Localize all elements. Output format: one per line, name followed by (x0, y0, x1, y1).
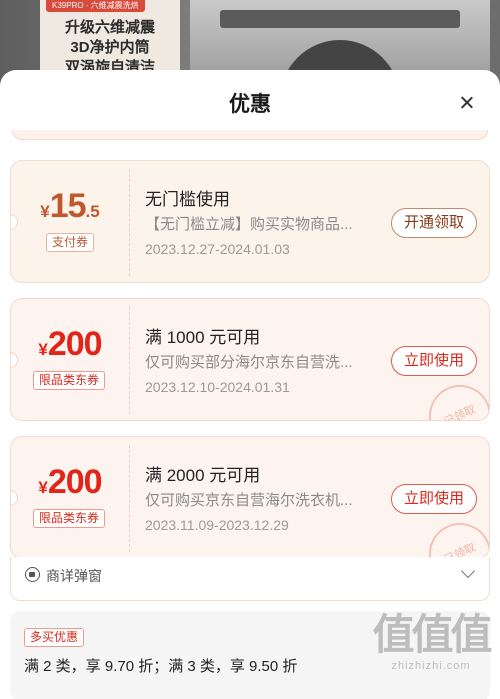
watermark-url: zhizhizhi.com (391, 660, 471, 672)
coupon-desc: 仅可购买部分海尔京东自营洗... (145, 354, 353, 371)
currency-symbol: ¥ (40, 202, 50, 221)
amount-value: 15 (49, 187, 87, 225)
coupon-date: 2023.11.09-2023.12.29 (145, 517, 289, 533)
coupon-type-badge: 限品类东券 (33, 509, 106, 528)
coupon-date: 2023.12.27-2024.01.03 (145, 241, 290, 257)
coupon-card: ¥200 限品类东券 满 2000 元可用 仅可购买京东自营海尔洗衣机... 2… (10, 436, 490, 559)
coupon-divider (129, 169, 130, 276)
banner-line: 升级六维减震 (64, 19, 155, 36)
currency-symbol: ¥ (38, 478, 48, 497)
washer-image (190, 0, 490, 90)
amount-decimal: .5 (85, 202, 100, 221)
coupon-sheet: 优惠 ¥15.5 支付券 无门槛使用 【无门槛立减】购买实物商品... 2023… (0, 70, 500, 699)
coupon-title: 无门槛使用 (145, 190, 230, 209)
watermark: 值值值 zhizhizhi.com (370, 610, 492, 672)
shop-icon (25, 567, 40, 582)
coupon-title: 满 2000 元可用 (145, 466, 261, 485)
banner-card: K39PRO · 六维减震洗烘 升级六维减震 3D净护内筒 双涡旋自清洁 (40, 0, 180, 80)
coupon-divider (129, 445, 130, 552)
coupon-card: ¥15.5 支付券 无门槛使用 【无门槛立减】购买实物商品... 2023.12… (10, 160, 490, 283)
coupon-date: 2023.12.10-2024.01.31 (145, 379, 290, 395)
coupon-type-badge: 限品类东券 (33, 371, 106, 390)
coupon-desc: 【无门槛立减】购买实物商品... (145, 216, 353, 233)
coupon-type-badge: 支付券 (46, 233, 95, 252)
coupon-amount: ¥200 (11, 325, 129, 364)
banner-tag: K39PRO · 六维减震洗烘 (46, 0, 145, 12)
claim-button[interactable]: 开通领取 (391, 208, 477, 238)
coupon-card: ¥200 限品类东券 满 1000 元可用 仅可购买部分海尔京东自营洗... 2… (10, 298, 490, 421)
coupon-amount: ¥200 (11, 463, 129, 502)
coupon-desc: 仅可购买京东自营海尔洗衣机... (145, 492, 353, 509)
shop-popup-row[interactable]: 商详弹窗 (10, 557, 490, 601)
claimed-stamp: 已领取 (418, 512, 489, 558)
promo-tag: 多买优惠 (24, 628, 85, 647)
coupon-divider (129, 307, 130, 414)
shop-popup-label: 商详弹窗 (46, 568, 102, 584)
amount-value: 200 (47, 325, 103, 363)
amount-value: 200 (47, 463, 103, 501)
currency-symbol: ¥ (38, 340, 48, 359)
use-now-button[interactable]: 立即使用 (391, 484, 477, 514)
chevron-down-icon[interactable] (460, 563, 476, 579)
coupon-amount: ¥15.5 (11, 187, 129, 226)
watermark-mark: 值值值 (372, 611, 492, 658)
close-icon[interactable] (456, 92, 478, 114)
coupon-title: 满 1000 元可用 (145, 328, 261, 347)
claimed-stamp: 已领取 (418, 374, 489, 420)
banner-line: 3D净护内筒 (70, 39, 150, 56)
use-now-button[interactable]: 立即使用 (391, 346, 477, 376)
washer-panel (220, 10, 460, 28)
promo-text: 满 2 类，享 9.70 折；满 3 类，享 9.50 折 (24, 658, 298, 675)
sheet-title: 优惠 (229, 93, 271, 116)
coupon-stub (12, 130, 488, 140)
